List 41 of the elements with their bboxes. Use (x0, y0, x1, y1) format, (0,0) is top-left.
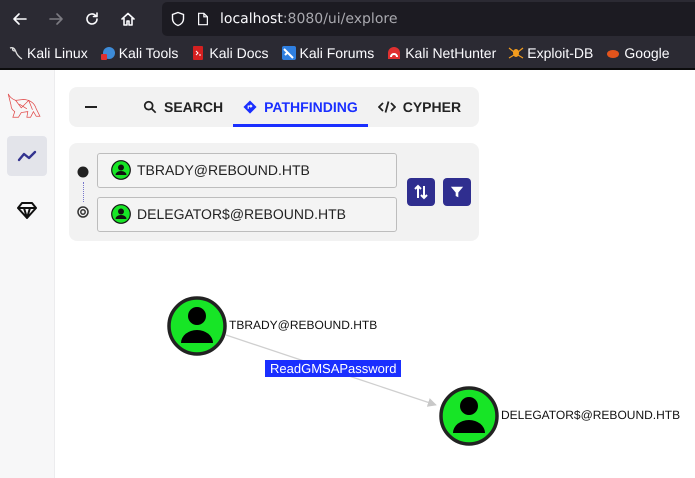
tools-icon (100, 45, 116, 61)
minus-icon[interactable] (85, 105, 97, 109)
tab[interactable]: PATHFINDING (233, 87, 368, 127)
swap-arrows-icon (413, 184, 429, 200)
filter-button[interactable] (443, 178, 471, 206)
start-dot-icon (77, 166, 89, 178)
search-icon (143, 100, 157, 114)
bookmark[interactable]: Exploit-DB (508, 45, 594, 61)
trend-line-icon (17, 150, 37, 162)
tab[interactable]: CYPHER (368, 87, 472, 127)
node-label: DELEGATOR$@REBOUND.HTB (501, 408, 680, 422)
back-icon[interactable] (12, 11, 28, 27)
bookmark[interactable]: Google (605, 45, 670, 61)
user-node[interactable] (167, 296, 227, 356)
bookmark[interactable]: Kali Tools (100, 45, 178, 61)
filter-icon (450, 185, 464, 199)
explore-nav-item[interactable] (7, 136, 47, 176)
swap-button[interactable] (407, 178, 435, 206)
code-icon (378, 100, 396, 114)
address-bar[interactable]: localhost:8080/ui/explore (162, 2, 695, 36)
user-icon (111, 204, 131, 224)
user-node[interactable] (439, 386, 499, 446)
reload-icon[interactable] (84, 11, 100, 27)
end-node-field[interactable]: DELEGATOR$@REBOUND.HTB (97, 196, 397, 232)
gem-icon (17, 201, 37, 219)
bookmark[interactable]: Kali NetHunter (386, 45, 496, 61)
shield-icon (170, 11, 186, 27)
start-node-field[interactable]: TBRADY@REBOUND.HTB (97, 152, 397, 188)
node-label: TBRADY@REBOUND.HTB (229, 318, 378, 332)
page-icon (196, 11, 210, 27)
spider-icon (508, 45, 524, 61)
user-icon (111, 160, 131, 180)
bookmark[interactable]: Kali Forums (280, 45, 374, 61)
bookmark[interactable]: Kali Docs (190, 45, 269, 61)
route-diamond-icon (243, 100, 258, 114)
home-icon[interactable] (120, 11, 136, 27)
target-icon (77, 206, 89, 218)
forums-icon (280, 45, 297, 61)
bookmark[interactable]: Kali Linux (8, 45, 88, 61)
tab[interactable]: SEARCH (133, 87, 234, 127)
edge-label: ReadGMSAPassword (265, 360, 402, 377)
